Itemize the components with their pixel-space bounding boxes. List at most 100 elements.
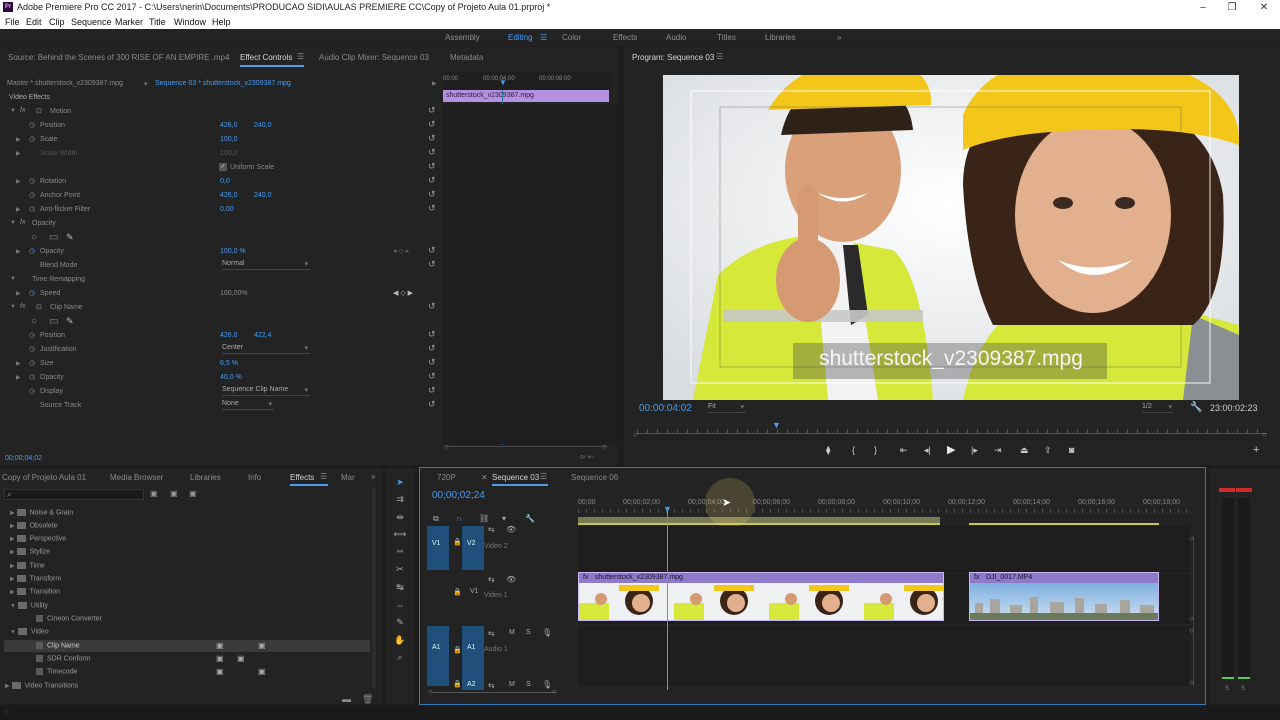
list-item[interactable]: ▶ Obsolete <box>10 522 58 529</box>
minimize-button[interactable]: – <box>1188 0 1218 15</box>
solo-button[interactable]: S <box>526 629 531 636</box>
selection-tool-icon[interactable]: ➤ <box>393 477 407 489</box>
expand-icon[interactable]: ▶ <box>16 374 21 381</box>
panel-menu-icon[interactable]: ☰ <box>716 52 723 61</box>
expand-icon[interactable]: ▶ <box>10 536 15 542</box>
lock-icon[interactable]: 🔒 <box>453 588 462 596</box>
ec-zoom-bar[interactable] <box>447 446 607 447</box>
mark-in-icon[interactable]: { <box>852 445 855 455</box>
tab-source[interactable]: Source: Behind the Scenes of 300 RISE OF… <box>8 53 229 62</box>
panel-menu-icon[interactable]: ☰ <box>540 472 547 481</box>
more-tabs-icon[interactable]: » <box>371 472 375 481</box>
lift-icon[interactable]: ⏏ <box>1020 445 1029 456</box>
accelerated-effects-icon[interactable]: ▣ <box>150 489 158 498</box>
sync-lock-icon[interactable]: ⇆ <box>488 525 495 534</box>
program-video-frame[interactable]: shutterstock_v2309387.mpg <box>663 75 1239 400</box>
go-to-out-icon[interactable]: ⇥ <box>994 445 1002 456</box>
stopwatch-active-icon[interactable]: ◷ <box>29 289 35 297</box>
program-scrub-bar[interactable] <box>637 433 1267 434</box>
keyframe-nav-icon[interactable]: ◂ ◇ ▸ <box>393 247 409 255</box>
list-item-selected[interactable]: Clip Name <box>36 642 80 649</box>
pen-tool-icon[interactable]: ✎ <box>393 617 407 629</box>
stopwatch-icon[interactable]: ◷ <box>29 345 35 353</box>
razor-tool-icon[interactable]: ✂ <box>393 564 407 576</box>
reset-icon[interactable]: ↺ <box>428 203 436 214</box>
timeline-timecode[interactable]: 00;00;02;24 <box>432 490 485 501</box>
sequence-clip-label[interactable]: Sequence 03 * shutterstock_v2309387.mpg <box>155 80 291 87</box>
keyframe-nav-icon[interactable]: ◀ ◇ ▶ <box>393 289 413 297</box>
collapse-icon[interactable]: ▼ <box>10 629 16 635</box>
clipname-expand-icon[interactable]: ▼ <box>10 304 16 310</box>
effects-search-input[interactable]: ⌕ <box>4 489 144 500</box>
track-target-a1[interactable]: A1 <box>462 626 484 686</box>
step-back-icon[interactable]: ◂| <box>924 445 931 456</box>
tab-720p[interactable]: 720P <box>437 473 456 482</box>
expand-icon[interactable]: ▶ <box>10 589 15 595</box>
expand-icon[interactable]: ▶ <box>16 360 21 367</box>
zoom-handle-icon[interactable]: ○ <box>552 687 557 696</box>
mute-button[interactable]: M <box>509 629 515 636</box>
pen-mask-icon[interactable]: ✎ <box>66 316 74 327</box>
new-bin-icon[interactable]: ▬ <box>342 694 351 704</box>
list-item[interactable]: ▶ Perspective <box>10 535 66 542</box>
track-target-a2[interactable]: A2 <box>462 680 484 690</box>
list-item[interactable]: ▶ Transform <box>10 575 61 582</box>
list-item[interactable]: Cineon Converter <box>36 615 102 622</box>
motion-transform-icon[interactable]: ⊡ <box>36 107 42 115</box>
source-track-dropdown[interactable]: None <box>222 400 274 410</box>
justification-dropdown[interactable]: Center <box>222 344 310 354</box>
video-2-track[interactable] <box>578 526 1190 572</box>
maximize-button[interactable]: ❐ <box>1217 0 1247 15</box>
ec-mini-ruler[interactable]: 00:00 00;00;04;00 00;00;08;00 ▼ <box>443 72 611 90</box>
step-forward-icon[interactable]: |▸ <box>971 445 978 456</box>
button-editor-plus-icon[interactable]: + <box>1253 444 1259 456</box>
program-timecode[interactable]: 00:00:04:02 <box>639 403 692 414</box>
list-item[interactable]: ▼ Utility <box>10 602 48 609</box>
position-x-value[interactable]: 426,0 <box>220 122 238 129</box>
workspace-more-icon[interactable]: » <box>837 33 841 42</box>
mark-out-icon[interactable]: } <box>874 445 877 455</box>
voiceover-mic-icon[interactable]: 🎙 <box>542 628 552 637</box>
settings-wrench-icon[interactable]: 🔧 <box>1190 402 1202 413</box>
zoom-tool-icon[interactable]: ⌕ <box>393 652 407 664</box>
tab-media-browser[interactable]: Media Browser <box>110 473 163 482</box>
zoom-handle-icon[interactable]: ○ <box>602 442 607 451</box>
workspace-menu-icon[interactable]: ☰ <box>540 33 547 42</box>
reset-icon[interactable]: ↺ <box>428 357 436 368</box>
reset-icon[interactable]: ↺ <box>428 175 436 186</box>
play-button-icon[interactable]: ▶ <box>947 443 955 456</box>
stopwatch-icon[interactable]: ◷ <box>29 373 35 381</box>
expand-icon[interactable]: ▶ <box>16 290 21 297</box>
fx-badge-icon[interactable]: fx <box>20 219 25 226</box>
program-playhead-icon[interactable]: ▼ <box>772 420 781 430</box>
stopwatch-icon[interactable]: ◷ <box>29 331 35 339</box>
expand-icon[interactable]: ▶ <box>16 248 21 255</box>
opacity-expand-icon[interactable]: ▼ <box>10 220 16 226</box>
stopwatch-icon[interactable]: ◷ <box>29 121 35 129</box>
expand-icon[interactable]: ▶ <box>16 206 21 213</box>
stopwatch-icon[interactable]: ◷ <box>29 205 35 213</box>
yuv-effects-icon[interactable]: ▣ <box>189 489 197 498</box>
display-dropdown[interactable]: Sequence Clip Name <box>222 386 310 396</box>
vertical-scrollbar[interactable] <box>1193 536 1194 686</box>
workspace-titles[interactable]: Titles <box>717 33 736 42</box>
scale-value[interactable]: 100,0 <box>220 136 238 143</box>
reset-icon[interactable]: ↺ <box>428 133 436 144</box>
clipname-position-y[interactable]: 422,4 <box>254 332 272 339</box>
play-only-audio-icon[interactable]: ▶ <box>432 80 437 87</box>
mute-button[interactable]: M <box>509 681 515 688</box>
reset-icon[interactable]: ↺ <box>428 301 436 312</box>
tab-sequence-06[interactable]: Sequence 06 <box>571 473 618 482</box>
fx-badge-icon[interactable]: fx <box>20 303 25 310</box>
rolling-edit-tool-icon[interactable]: ⟺ <box>393 529 407 541</box>
close-tab-icon[interactable]: ✕ <box>481 473 488 482</box>
list-item[interactable]: ▶ Time <box>10 562 45 569</box>
rectangle-mask-icon[interactable]: ▭ <box>49 232 58 243</box>
clipname-opacity-value[interactable]: 40,0 % <box>220 374 242 381</box>
stopwatch-icon[interactable]: ◷ <box>29 177 35 185</box>
menu-title[interactable]: Title <box>149 17 166 27</box>
list-item[interactable]: ▶ Transition <box>10 588 60 595</box>
tab-sequence-03[interactable]: Sequence 03 <box>492 473 539 482</box>
panel-menu-icon[interactable]: ☰ <box>297 52 304 61</box>
track-target-v2[interactable]: V2 <box>462 526 484 570</box>
